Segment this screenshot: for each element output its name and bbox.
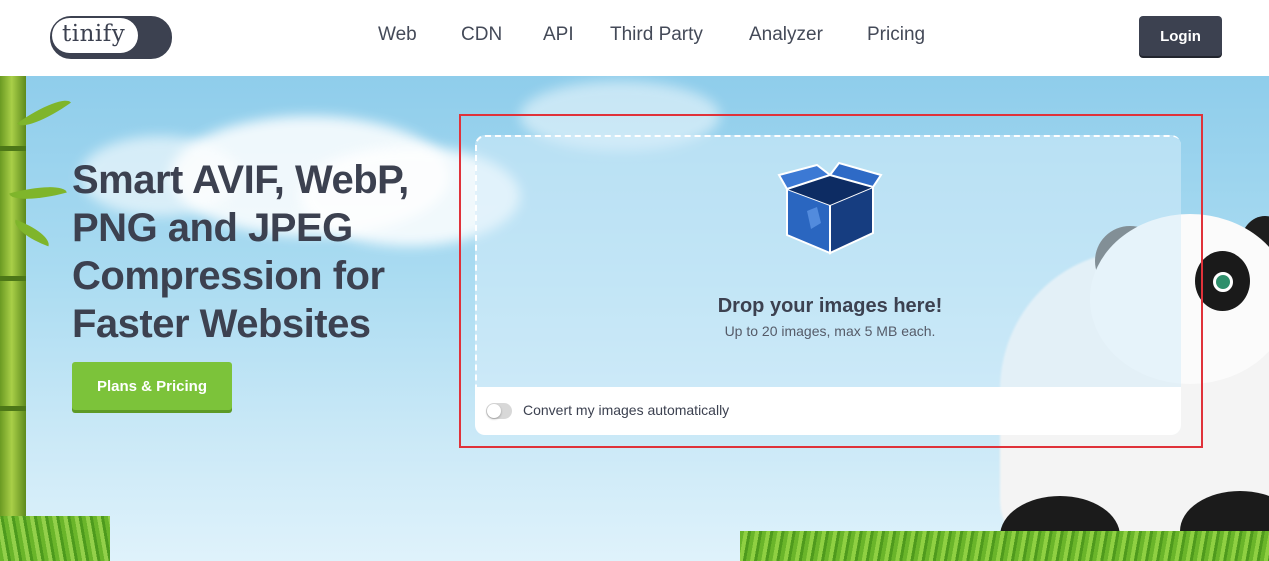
login-button[interactable]: Login: [1139, 16, 1222, 56]
hero-headline: Smart AVIF, WebP, PNG and JPEG Compressi…: [72, 156, 452, 348]
grass: [0, 516, 110, 561]
site-header: tinify Web CDN API Third Party Analyzer …: [0, 0, 1269, 76]
highlight-outline: [459, 114, 1203, 448]
panda-eye: [1213, 272, 1233, 292]
headline-line: Smart AVIF, WebP,: [72, 158, 409, 202]
nav-item-web[interactable]: Web: [378, 24, 417, 46]
plans-pricing-button[interactable]: Plans & Pricing: [72, 362, 232, 410]
nav-item-cdn[interactable]: CDN: [461, 24, 502, 46]
logo-inner: tinify: [52, 18, 138, 53]
bamboo-node: [0, 406, 26, 411]
headline-line: PNG and JPEG: [72, 206, 353, 250]
headline-line: Faster Websites: [72, 302, 371, 346]
nav-item-third-party[interactable]: Third Party: [610, 24, 703, 46]
bamboo-node: [0, 276, 26, 281]
nav-item-api[interactable]: API: [543, 24, 574, 46]
nav-item-analyzer[interactable]: Analyzer: [749, 24, 823, 46]
grass: [740, 531, 1269, 561]
bamboo-node: [0, 146, 26, 151]
headline-line: Compression for: [72, 254, 385, 298]
logo-text: tinify: [62, 21, 126, 47]
bamboo-stalk: [0, 76, 26, 561]
tinify-logo[interactable]: tinify: [50, 16, 172, 59]
nav-item-pricing[interactable]: Pricing: [867, 24, 925, 46]
